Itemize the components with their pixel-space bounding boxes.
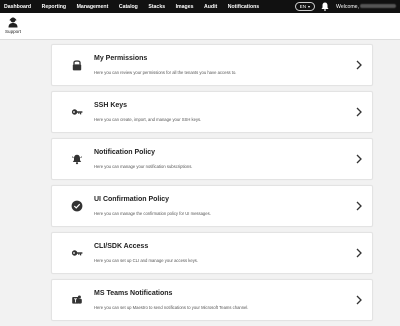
chevron-right-icon bbox=[356, 60, 362, 70]
bell-ring-icon bbox=[71, 154, 83, 165]
card-ssh-keys[interactable]: SSH Keys Here you can create, import, an… bbox=[51, 91, 373, 133]
key-icon bbox=[71, 250, 83, 256]
chevron-right-icon bbox=[356, 248, 362, 258]
user-headset-icon bbox=[8, 17, 18, 28]
welcome-user[interactable]: Welcome, bbox=[336, 4, 396, 10]
card-title: UI Confirmation Policy bbox=[94, 196, 170, 203]
check-circle-icon bbox=[71, 200, 83, 212]
card-description: Here you can set up CLI and manage your … bbox=[94, 258, 199, 263]
chevron-right-icon bbox=[356, 201, 362, 211]
nav-dashboard[interactable]: Dashboard bbox=[4, 4, 31, 10]
top-navigation-bar: Dashboard Reporting Management Catalog S… bbox=[0, 0, 400, 13]
blurred-username bbox=[360, 4, 396, 9]
card-title: MS Teams Notifications bbox=[94, 290, 173, 297]
chevron-down-icon: ▾ bbox=[308, 4, 311, 9]
settings-card-list: My Permissions Here you can review your … bbox=[51, 44, 373, 326]
card-title: CLI/SDK Access bbox=[94, 243, 149, 250]
card-description: Here you can review your permissions for… bbox=[94, 70, 237, 75]
card-title: Notification Policy bbox=[94, 149, 156, 156]
card-description: Here you can manage the confirmation pol… bbox=[94, 211, 211, 216]
bell-icon[interactable] bbox=[320, 2, 329, 11]
nav-management[interactable]: Management bbox=[77, 4, 109, 10]
card-ui-confirmation-policy[interactable]: UI Confirmation Policy Here you can mana… bbox=[51, 185, 373, 227]
card-ms-teams-notifications[interactable]: MS Teams Notifications Here you can set … bbox=[51, 279, 373, 321]
main-nav: Dashboard Reporting Management Catalog S… bbox=[4, 0, 270, 13]
nav-images[interactable]: Images bbox=[176, 4, 194, 10]
lock-icon bbox=[72, 60, 82, 71]
chevron-right-icon bbox=[356, 295, 362, 305]
support-label: Support bbox=[4, 29, 22, 34]
nav-catalog[interactable]: Catalog bbox=[119, 4, 138, 10]
chevron-right-icon bbox=[356, 107, 362, 117]
teams-icon bbox=[72, 295, 82, 304]
chevron-right-icon bbox=[356, 154, 362, 164]
welcome-label: Welcome, bbox=[336, 3, 359, 10]
card-notification-policy[interactable]: Notification Policy Here you can manage … bbox=[51, 138, 373, 180]
language-label: EN bbox=[299, 4, 307, 9]
card-cli-sdk-access[interactable]: CLI/SDK Access Here you can set up CLI a… bbox=[51, 232, 373, 274]
card-title: SSH Keys bbox=[94, 102, 128, 109]
sub-header: Support bbox=[0, 13, 400, 40]
nav-audit[interactable]: Audit bbox=[204, 4, 217, 10]
card-description: Here you can manage your notification su… bbox=[94, 164, 193, 169]
nav-notifications[interactable]: Notifications bbox=[228, 4, 259, 10]
support-button[interactable]: Support bbox=[3, 17, 23, 34]
card-title: My Permissions bbox=[94, 55, 148, 62]
card-description: Here you can set up Maestro to send noti… bbox=[94, 305, 249, 310]
nav-stacks[interactable]: Stacks bbox=[148, 4, 165, 10]
language-selector[interactable]: EN ▾ bbox=[294, 2, 316, 11]
key-icon bbox=[71, 109, 83, 115]
user-area: EN ▾ Welcome, bbox=[294, 0, 400, 13]
card-my-permissions[interactable]: My Permissions Here you can review your … bbox=[51, 44, 373, 86]
card-description: Here you can create, import, and manage … bbox=[94, 117, 202, 122]
nav-reporting[interactable]: Reporting bbox=[42, 4, 67, 10]
